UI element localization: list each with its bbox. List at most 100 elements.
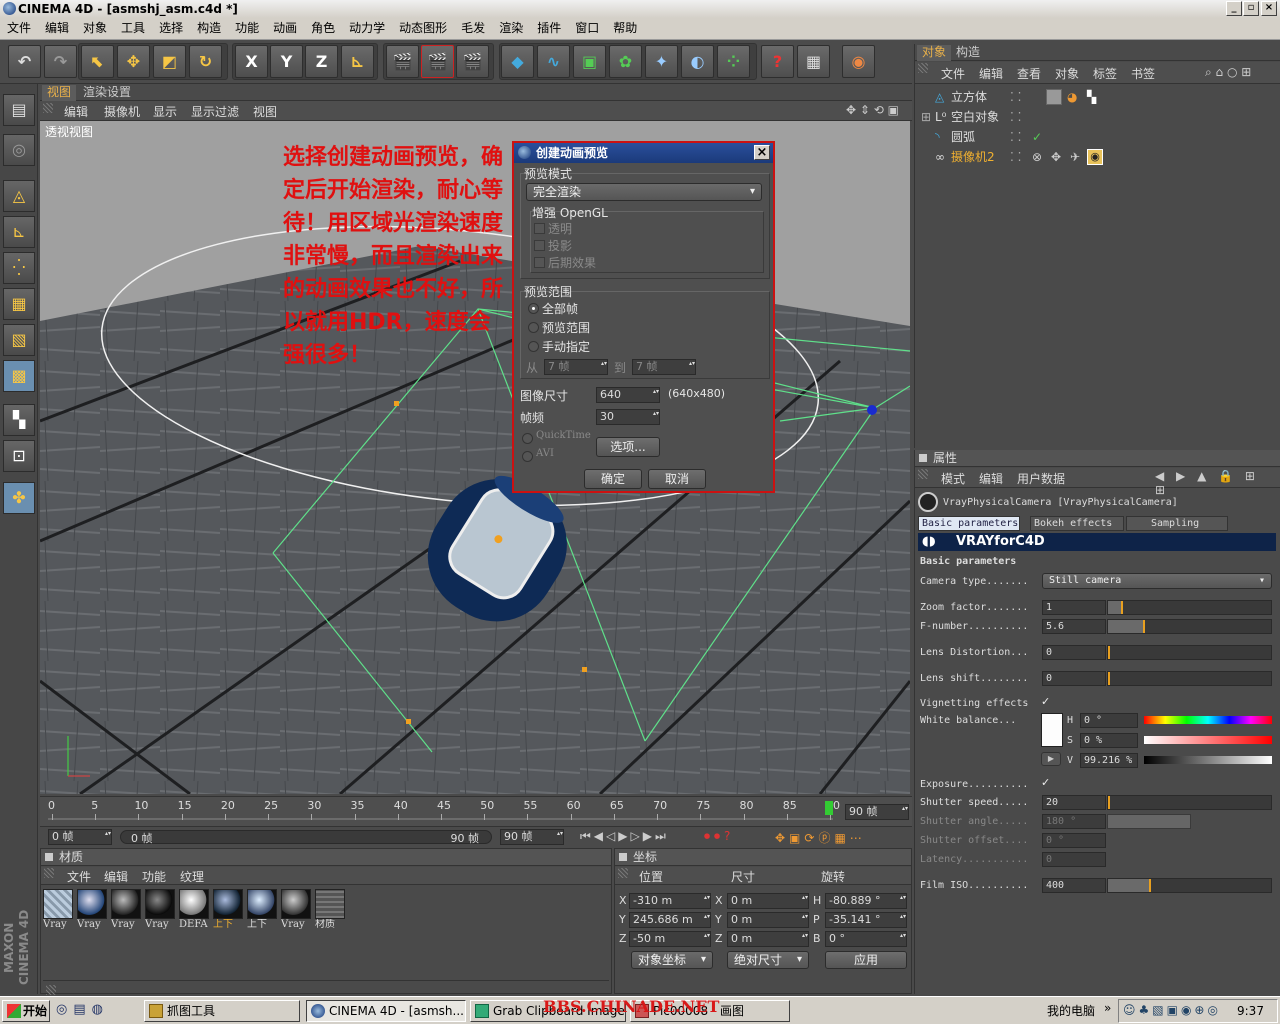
- visibility-dots[interactable]: ⁚ ⁚: [1010, 127, 1021, 147]
- mat-menu-edit[interactable]: 编辑: [104, 868, 128, 885]
- axis-mode-icon[interactable]: ⊾: [3, 216, 35, 248]
- manual-range-radio[interactable]: [528, 341, 539, 352]
- tab-bokeh-effects[interactable]: Bokeh effects: [1030, 516, 1124, 531]
- axis-x-button[interactable]: X: [235, 45, 268, 78]
- material-swatch[interactable]: 上下: [213, 889, 243, 931]
- film-iso-field[interactable]: 400: [1042, 878, 1106, 893]
- hue-field[interactable]: 0 °: [1080, 713, 1138, 728]
- material-swatch[interactable]: 材质: [315, 889, 345, 931]
- hue-slider[interactable]: [1144, 716, 1272, 724]
- object-row-cube[interactable]: ◬ 立方体 ⁚ ⁚ ◕ ▚: [915, 87, 1280, 107]
- mat-menu-function[interactable]: 功能: [142, 868, 166, 885]
- edges-mode-icon[interactable]: ▦: [3, 288, 35, 320]
- particle-icon[interactable]: ⁘: [717, 45, 750, 78]
- cancel-button[interactable]: 取消: [648, 469, 706, 489]
- material-tag-icon[interactable]: [1046, 89, 1062, 105]
- target-expression-icon[interactable]: ✥: [1051, 147, 1061, 167]
- coord-position-field[interactable]: -310 m: [629, 893, 711, 909]
- saturation-field[interactable]: 0 %: [1080, 733, 1138, 748]
- menu-mograph[interactable]: 动态图形: [392, 18, 454, 39]
- scene-icon[interactable]: ◐: [681, 45, 714, 78]
- all-frames-radio[interactable]: [528, 303, 539, 314]
- range-slider[interactable]: 0 帧 90 帧: [120, 830, 492, 845]
- f-number-field[interactable]: 5.6: [1042, 619, 1106, 634]
- transport-icons[interactable]: ⏮◀◁▶▷▶⏭: [580, 829, 669, 844]
- menu-help[interactable]: 帮助: [606, 18, 644, 39]
- obj-menu-bookmarks[interactable]: 书签: [1131, 65, 1155, 82]
- size-mode-dropdown[interactable]: 绝对尺寸: [727, 951, 809, 969]
- undo-icon[interactable]: ↶: [8, 45, 41, 78]
- lens-shift-slider[interactable]: [1107, 671, 1272, 686]
- coord-rotation-field[interactable]: -35.141 °: [825, 912, 907, 928]
- shutter-offset-field[interactable]: 0 °: [1042, 833, 1106, 848]
- menu-hair[interactable]: 毛发: [454, 18, 492, 39]
- workplane-icon[interactable]: ⊡: [3, 440, 35, 472]
- spline-icon[interactable]: ∿: [537, 45, 570, 78]
- object-search-icons[interactable]: ⌕ ⌂ ○ ⊞: [1205, 65, 1251, 80]
- task-grab-tool[interactable]: 抓图工具: [144, 1000, 300, 1022]
- coord-rotation-field[interactable]: -80.889 °: [825, 893, 907, 909]
- phong-tag-icon[interactable]: ◕: [1067, 87, 1077, 107]
- menu-tools[interactable]: 工具: [114, 18, 152, 39]
- array-icon[interactable]: ✿: [609, 45, 642, 78]
- material-swatch[interactable]: Vray: [43, 889, 73, 931]
- color-picker-button[interactable]: ▶: [1041, 752, 1061, 766]
- help-button[interactable]: ?: [761, 45, 794, 78]
- image-size-field[interactable]: 640: [596, 387, 660, 403]
- material-swatch[interactable]: Vray: [145, 889, 175, 931]
- mat-menu-file[interactable]: 文件: [67, 868, 91, 885]
- object-mode-icon[interactable]: ◬: [3, 180, 35, 212]
- shutter-speed-field[interactable]: 20: [1042, 795, 1106, 810]
- fps-field[interactable]: 30: [596, 409, 660, 425]
- render-settings-icon[interactable]: 🎬: [456, 45, 489, 78]
- timeline-ruler[interactable]: 0 5 10 15 20 25 30 35 40 45 50 55 60 65 70 75 80 85 90 90 …: [40, 796, 912, 826]
- record-icons[interactable]: ⏺⏺?: [704, 829, 734, 844]
- vmenu-camera[interactable]: 摄像机: [104, 103, 140, 120]
- texture-mode-icon[interactable]: ▩: [3, 360, 35, 392]
- redo-icon[interactable]: ↷: [44, 45, 77, 78]
- enabled-check-icon[interactable]: ✓: [1032, 127, 1042, 147]
- exposure-checkbox[interactable]: ✓: [1041, 777, 1053, 789]
- quicktime-radio[interactable]: [522, 433, 533, 444]
- attr-menu-mode[interactable]: 模式: [941, 470, 965, 487]
- obj-menu-view[interactable]: 查看: [1017, 65, 1041, 82]
- obj-menu-tags[interactable]: 标签: [1093, 65, 1117, 82]
- menu-structure[interactable]: 构造: [190, 18, 228, 39]
- calculator-icon[interactable]: ▦: [797, 45, 830, 78]
- restore-button[interactable]: ▫: [1243, 1, 1259, 16]
- dialog-close-button[interactable]: ×: [754, 145, 770, 160]
- material-swatch[interactable]: 上下: [247, 889, 277, 931]
- minimize-button[interactable]: _: [1226, 1, 1242, 16]
- f-number-slider[interactable]: [1107, 619, 1272, 634]
- move-icon[interactable]: ✥: [117, 45, 150, 78]
- expand-icon[interactable]: ⊞: [921, 107, 931, 127]
- tab-view[interactable]: 视图: [42, 85, 77, 101]
- vray-camera-tag-icon[interactable]: ◉: [1087, 149, 1103, 165]
- vmenu-display[interactable]: 显示: [153, 103, 177, 120]
- avi-radio[interactable]: [522, 451, 533, 462]
- preview-range-radio[interactable]: [528, 322, 539, 333]
- apply-button[interactable]: 应用: [825, 951, 907, 969]
- coord-mode-dropdown[interactable]: 对象坐标: [631, 951, 713, 969]
- zoom-factor-field[interactable]: 1: [1042, 600, 1106, 615]
- menu-window[interactable]: 窗口: [568, 18, 606, 39]
- coord-position-field[interactable]: -50 m: [629, 931, 711, 947]
- vmenu-filter[interactable]: 显示过滤: [191, 103, 239, 120]
- saturation-slider[interactable]: [1144, 736, 1272, 744]
- attr-menu-edit[interactable]: 编辑: [979, 470, 1003, 487]
- close-button[interactable]: ×: [1261, 1, 1277, 16]
- lens-shift-field[interactable]: 0: [1042, 671, 1106, 686]
- vmenu-view[interactable]: 视图: [253, 103, 277, 120]
- current-frame-field[interactable]: 0 帧: [48, 829, 112, 845]
- my-computer-label[interactable]: 我的电脑: [1047, 1002, 1095, 1019]
- obj-menu-edit[interactable]: 编辑: [979, 65, 1003, 82]
- mat-menu-texture[interactable]: 纹理: [180, 868, 204, 885]
- deformer-icon[interactable]: ✦: [645, 45, 678, 78]
- latency-field[interactable]: 0: [1042, 852, 1106, 867]
- zoom-factor-slider[interactable]: [1107, 600, 1272, 615]
- tab-structure[interactable]: 构造: [951, 45, 985, 61]
- value-field[interactable]: 99.216 %: [1080, 753, 1138, 768]
- white-balance-swatch[interactable]: [1041, 713, 1063, 747]
- film-iso-slider[interactable]: [1107, 878, 1272, 893]
- menu-object[interactable]: 对象: [76, 18, 114, 39]
